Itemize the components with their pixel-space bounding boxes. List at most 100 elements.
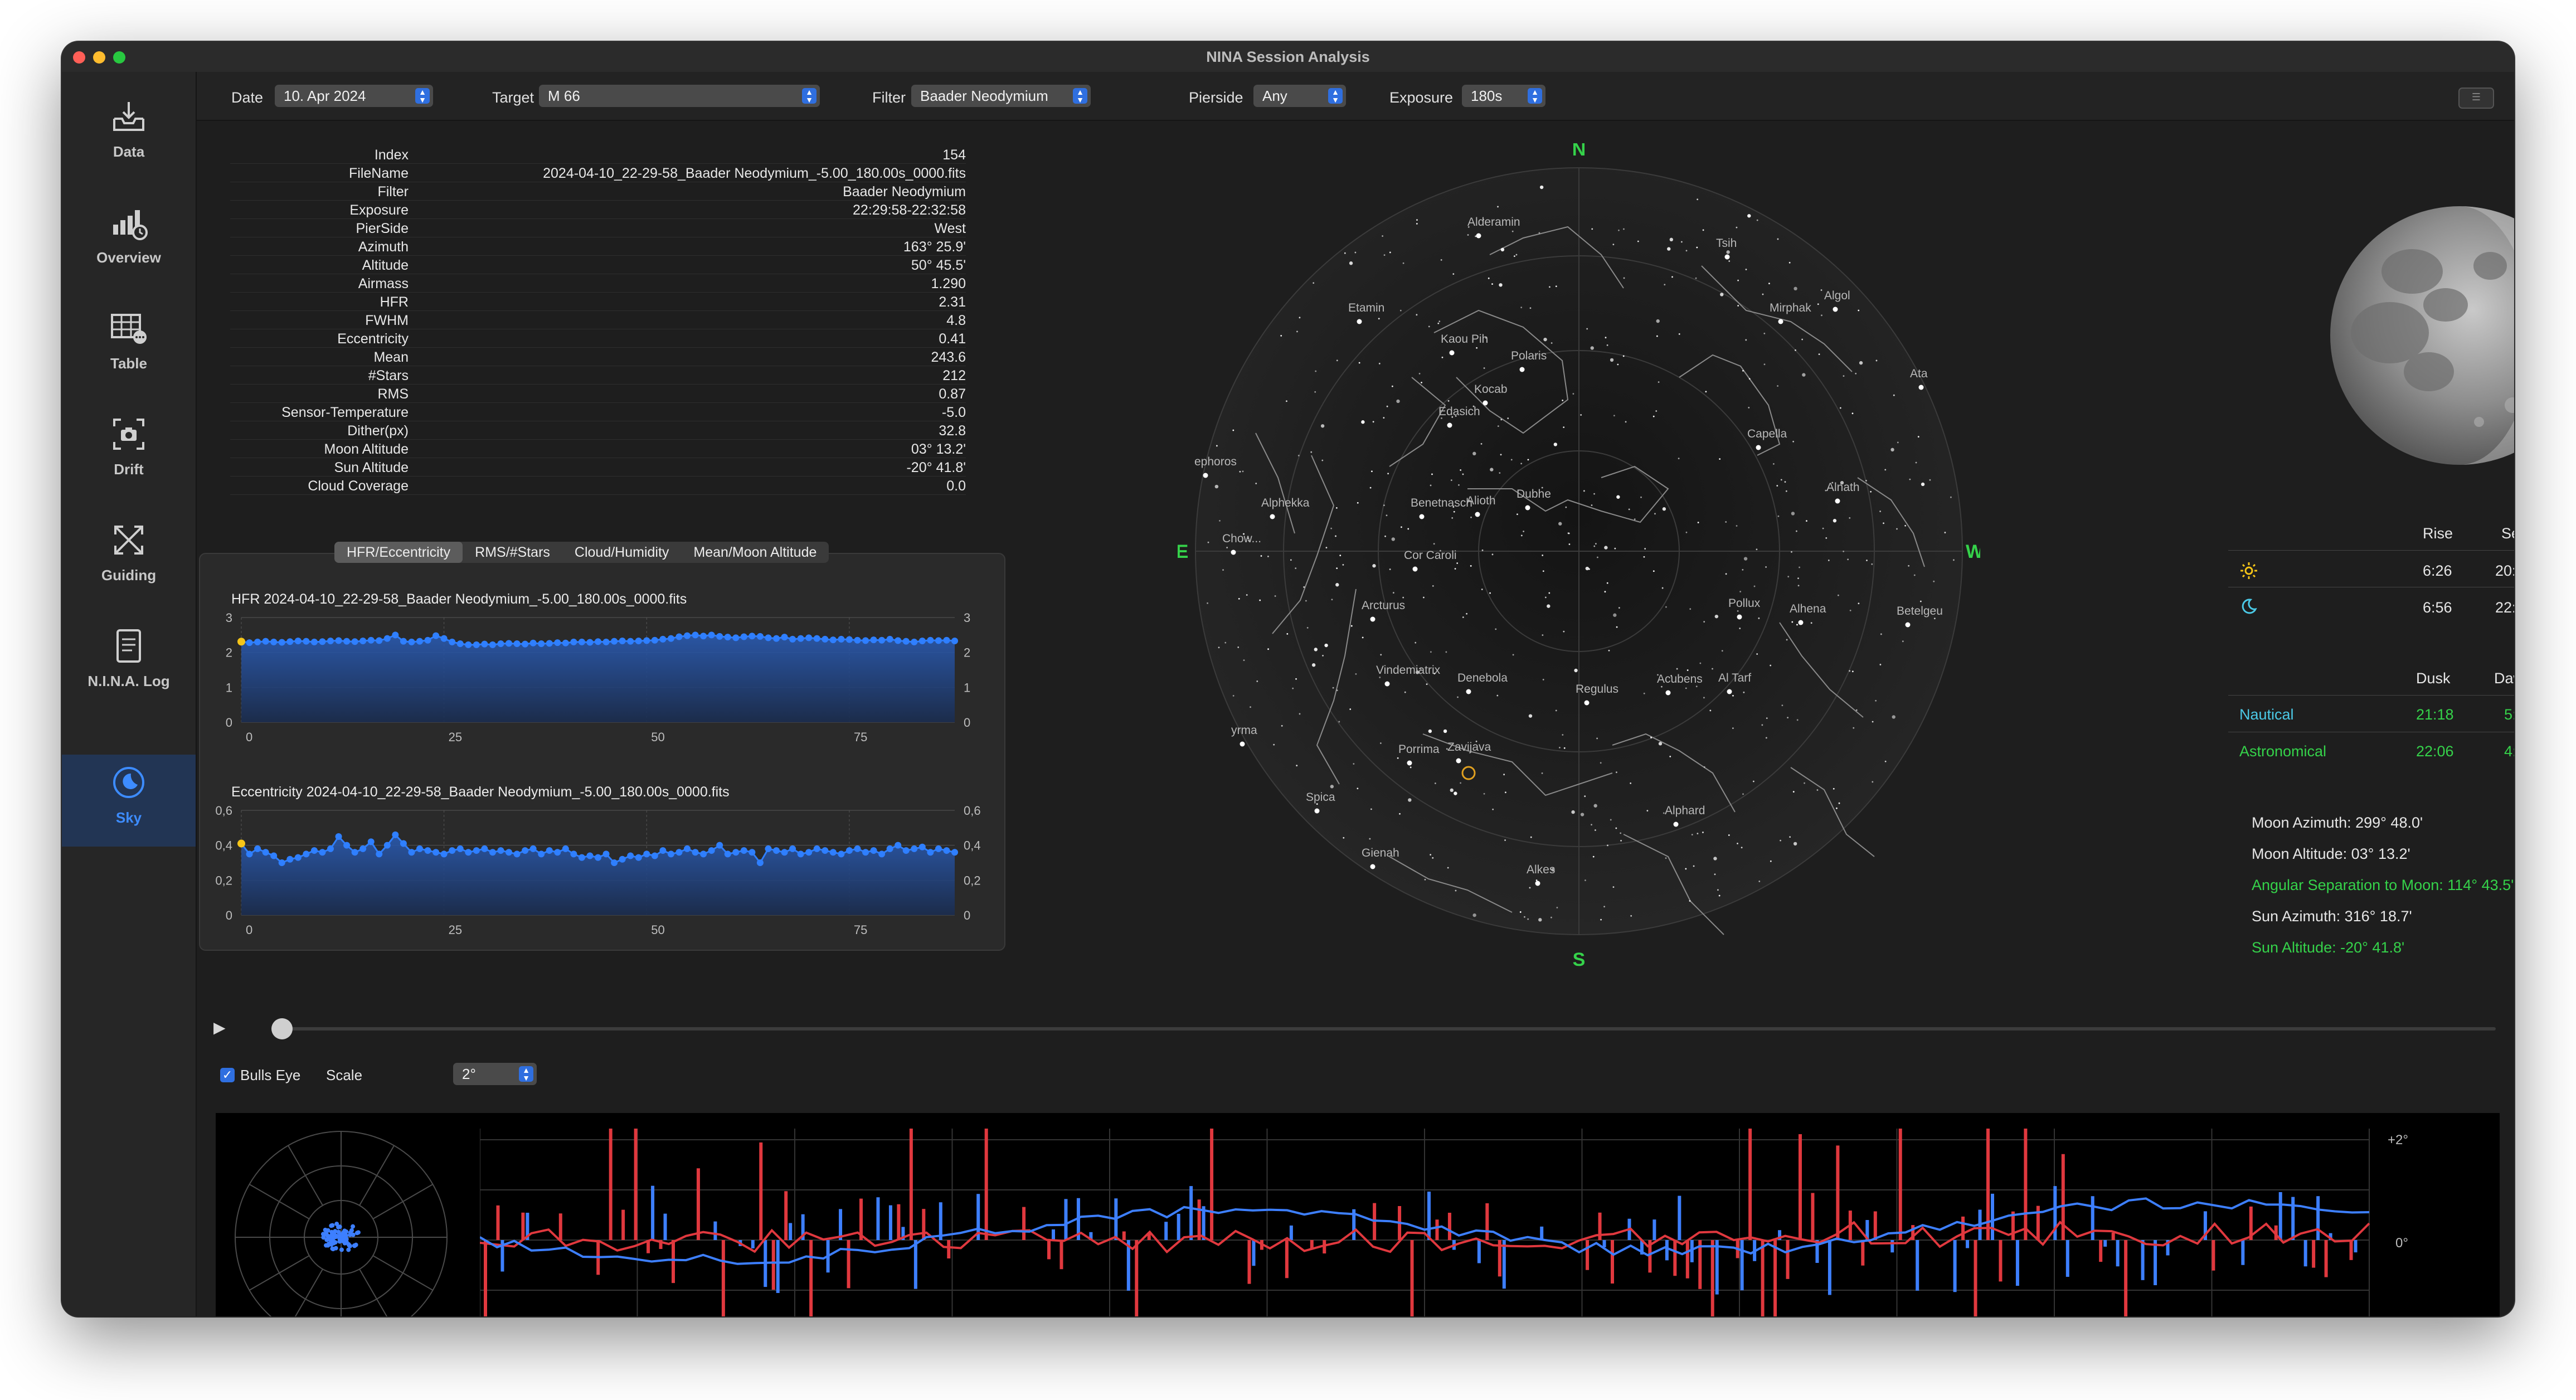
chart-point[interactable] (351, 849, 358, 856)
chart-point[interactable] (278, 639, 285, 646)
chart-point[interactable] (303, 850, 310, 858)
chart-point[interactable] (294, 637, 302, 644)
chart-point[interactable] (546, 847, 553, 854)
chart-point[interactable] (765, 634, 772, 641)
chart-point[interactable] (692, 631, 699, 639)
named-star[interactable] (1833, 307, 1838, 312)
chart-point[interactable] (310, 847, 318, 854)
chart-point[interactable] (392, 631, 399, 639)
named-star[interactable] (1905, 622, 1911, 628)
chart-point[interactable] (383, 842, 391, 849)
chart-point[interactable] (522, 847, 529, 854)
chart-point[interactable] (870, 636, 877, 644)
chart-point[interactable] (886, 845, 893, 852)
named-star[interactable] (1756, 445, 1761, 450)
chart-point[interactable] (554, 849, 561, 856)
named-star[interactable] (1724, 254, 1730, 260)
named-star[interactable] (1203, 473, 1208, 478)
chart-point[interactable] (902, 638, 910, 645)
chart-point[interactable] (602, 638, 610, 645)
chart-point[interactable] (870, 847, 877, 854)
chart-point[interactable] (465, 641, 472, 648)
chart-point[interactable] (813, 635, 820, 642)
named-star[interactable] (1475, 512, 1480, 517)
chart-point[interactable] (935, 845, 942, 852)
named-star[interactable] (1384, 681, 1390, 687)
chart-point[interactable] (359, 845, 367, 852)
chart-point[interactable] (918, 637, 926, 644)
chart-point[interactable] (667, 635, 674, 642)
chart-point[interactable] (424, 847, 431, 854)
chart-point[interactable] (878, 636, 886, 644)
chart-point[interactable] (424, 636, 431, 644)
chart-point[interactable] (310, 638, 318, 645)
named-star[interactable] (1314, 808, 1320, 814)
named-star[interactable] (1240, 741, 1245, 747)
chart-point[interactable] (432, 849, 440, 856)
sidebar-item-drift[interactable]: Drift (62, 412, 196, 507)
chart-point[interactable] (254, 845, 261, 852)
named-star[interactable] (1231, 550, 1236, 555)
chart-point[interactable] (927, 849, 934, 856)
chart-point[interactable] (805, 849, 813, 856)
named-star[interactable] (1835, 498, 1840, 504)
chart-point[interactable] (473, 641, 480, 648)
chart-point[interactable] (659, 847, 667, 854)
named-star[interactable] (1449, 350, 1455, 356)
named-star[interactable] (1476, 233, 1481, 239)
sidebar-item-overview[interactable]: Overview (62, 200, 196, 295)
chart-point[interactable] (700, 850, 707, 858)
chart-point[interactable] (692, 849, 699, 856)
chart-point[interactable] (611, 859, 618, 866)
chart-point[interactable] (797, 635, 804, 642)
chart-point[interactable] (554, 639, 561, 646)
chart-point[interactable] (886, 635, 893, 643)
chart-point[interactable] (805, 634, 813, 641)
chart-point[interactable] (497, 847, 504, 854)
tab-hfr-eccentricity[interactable]: HFR/Eccentricity (334, 542, 463, 563)
chart-point[interactable] (749, 849, 756, 856)
chart-point[interactable] (724, 634, 731, 641)
chart-point[interactable] (829, 636, 837, 644)
chart-point[interactable] (465, 849, 472, 856)
chart-point[interactable] (416, 638, 423, 645)
named-star[interactable] (1270, 514, 1275, 519)
chart-point[interactable] (845, 847, 853, 854)
chart-point[interactable] (740, 847, 747, 854)
timeline-slider-handle[interactable] (271, 1018, 293, 1039)
chart-point[interactable] (440, 850, 448, 858)
chart-point[interactable] (951, 637, 958, 644)
named-star[interactable] (1357, 319, 1362, 324)
chart-point[interactable] (724, 850, 731, 858)
chart-point[interactable] (237, 638, 245, 646)
named-star[interactable] (1370, 864, 1376, 869)
chart-point[interactable] (522, 640, 529, 648)
chart-point[interactable] (578, 854, 585, 861)
chart-point[interactable] (789, 635, 796, 643)
chart-point[interactable] (506, 640, 512, 647)
chart-point[interactable] (562, 639, 569, 646)
chart-point[interactable] (294, 854, 302, 861)
pierside-select[interactable]: Any ▲ ▼ (1253, 85, 1346, 107)
chart-point[interactable] (716, 842, 723, 849)
chart-point[interactable] (651, 852, 658, 859)
chart-point[interactable] (432, 632, 440, 639)
chart-point[interactable] (335, 833, 342, 840)
chart-point[interactable] (335, 637, 342, 644)
chart-point[interactable] (756, 633, 764, 640)
date-picker[interactable]: 10. Apr 2024 ▲ ▼ (275, 85, 433, 107)
named-star[interactable] (1798, 620, 1804, 625)
chart-point[interactable] (449, 638, 456, 645)
named-star[interactable] (1419, 514, 1425, 519)
chart-point[interactable] (595, 638, 601, 645)
chart-point[interactable] (781, 634, 788, 641)
chart-point[interactable] (895, 842, 902, 849)
chart-point[interactable] (951, 849, 958, 856)
chart-point[interactable] (546, 640, 553, 647)
chart-point[interactable] (627, 852, 634, 859)
chart-point[interactable] (408, 849, 415, 856)
chart-point[interactable] (902, 847, 910, 854)
chart-point[interactable] (481, 845, 488, 852)
chart-point[interactable] (538, 850, 545, 858)
chart-point[interactable] (562, 845, 569, 852)
